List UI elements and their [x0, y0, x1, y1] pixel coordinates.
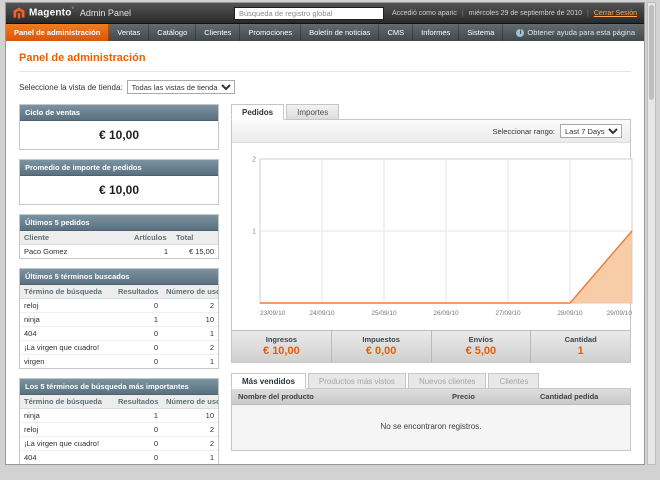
dashboard-main-column: Pedidos Importes Seleccionar rango: Last…	[231, 104, 633, 451]
separator: |	[461, 9, 464, 17]
tab-orders[interactable]: Pedidos	[231, 104, 285, 120]
nav-item-promotions[interactable]: Promociones	[240, 24, 302, 41]
tab-amounts[interactable]: Importes	[286, 104, 340, 120]
orders-panel: Seleccionar rango: Last 7 Days 1 2 23/09/1…	[231, 119, 633, 363]
table-header-row: Término de búsqueda Resultados Número de…	[20, 395, 218, 409]
nav-item-dashboard[interactable]: Panel de administración	[6, 24, 110, 41]
table-row[interactable]: reloj 0 2	[20, 422, 218, 437]
lifetime-sales-panel: Ciclo de ventas € 10,00	[19, 104, 219, 150]
table-row[interactable]: ninja 1 10	[20, 312, 218, 327]
dashboard-left-column: Ciclo de ventas € 10,00 Promedio de impo…	[19, 104, 219, 464]
stat-revenue: Ingresos € 10,00	[232, 331, 332, 362]
panel-title: Promedio de importe de pedidos	[20, 160, 218, 176]
top-search-terms-panel: Los 5 términos de búsqueda más important…	[19, 378, 219, 464]
range-bar: Seleccionar rango: Last 7 Days	[232, 120, 630, 143]
help-icon: i	[516, 28, 525, 37]
bottom-tabs: Más vendidos Productos más vistos Nuevos…	[231, 373, 631, 389]
diagram-tabs: Pedidos Importes	[231, 104, 631, 120]
last-orders-panel: Últimos 5 pedidos Cliente Artículos Tota…	[19, 214, 219, 259]
nav-item-system[interactable]: Sistema	[459, 24, 504, 41]
help-label: Obtener ayuda para esta página	[527, 28, 635, 37]
page-help-link[interactable]: i Obtener ayuda para esta página	[516, 24, 644, 41]
dashboard-columns: Ciclo de ventas € 10,00 Promedio de impo…	[19, 104, 633, 464]
svg-text:1: 1	[252, 229, 256, 236]
range-select[interactable]: Last 7 Days	[560, 124, 622, 138]
logout-link[interactable]: Cerrar Sesión	[594, 10, 637, 17]
tab-customers[interactable]: Clientes	[488, 373, 540, 389]
user-info: Accedió como aparic | miércoles 29 de se…	[392, 10, 637, 17]
table-row[interactable]: virgen 0 1	[20, 355, 218, 369]
stat-shipping: Envíos € 5,00	[432, 331, 532, 362]
logged-in-text: Accedió como aparic	[391, 9, 457, 17]
last-search-terms-panel: Últimos 5 términos buscados Término de b…	[19, 268, 219, 369]
totals-bar: Ingresos € 10,00 Impuestos € 0,00 Envíos…	[232, 330, 630, 362]
dashboard-content: Panel de administración Seleccione la vi…	[6, 41, 644, 464]
scrollbar-thumb[interactable]	[649, 5, 654, 100]
nav-item-reports[interactable]: Informes	[413, 24, 460, 41]
nav-item-catalog[interactable]: Catálogo	[149, 24, 197, 41]
average-orders-panel: Promedio de importe de pedidos € 10,00	[19, 159, 219, 205]
tab-bestsellers[interactable]: Más vendidos	[231, 373, 306, 389]
svg-text:28/09/10: 28/09/10	[557, 310, 583, 317]
svg-text:23/09/10: 23/09/10	[260, 310, 286, 317]
top-search-terms-table: Término de búsqueda Resultados Número de…	[20, 395, 218, 464]
table-header-row: Nombre del producto Precio Cantidad pedi…	[232, 389, 630, 405]
divider	[19, 71, 631, 72]
svg-text:24/09/10: 24/09/10	[309, 310, 335, 317]
table-row[interactable]: Paco Gomez 1 € 15,00	[20, 245, 218, 259]
logo-text: Magento°	[29, 7, 74, 19]
svg-text:27/09/10: 27/09/10	[495, 310, 521, 317]
table-row[interactable]: ninja 1 10	[20, 408, 218, 423]
svg-text:25/09/10: 25/09/10	[371, 310, 397, 317]
store-switcher-label: Seleccione la vista de tienda:	[19, 82, 123, 92]
magento-logo: Magento° Admin Panel	[13, 7, 131, 19]
separator: |	[586, 9, 589, 17]
panel-title: Los 5 términos de búsqueda más important…	[20, 379, 218, 395]
panel-title: Ciclo de ventas	[20, 105, 218, 121]
global-search-input[interactable]	[233, 6, 384, 20]
table-row[interactable]: 404 0 1	[20, 326, 218, 341]
empty-records-message: No se encontraron registros.	[232, 405, 630, 450]
scrollbar[interactable]	[647, 2, 656, 465]
table-header-row: Cliente Artículos Total	[20, 231, 218, 245]
last-search-terms-table: Término de búsqueda Resultados Número de…	[20, 285, 218, 368]
svg-text:2: 2	[252, 157, 256, 164]
svg-text:29/09/10: 29/09/10	[607, 310, 633, 317]
panel-title: Últimos 5 términos buscados	[20, 269, 218, 285]
lifetime-sales-value: € 10,00	[98, 128, 140, 142]
magento-admin-window: Magento° Admin Panel Accedió como aparic…	[5, 2, 645, 465]
bestsellers-table: Nombre del producto Precio Cantidad pedi…	[231, 388, 631, 451]
main-nav: Panel de administración Ventas Catálogo …	[6, 24, 644, 41]
svg-text:26/09/10: 26/09/10	[433, 310, 459, 317]
page-title: Panel de administración	[19, 52, 146, 64]
table-header-row: Término de búsqueda Resultados Número de…	[20, 285, 218, 299]
magento-logo-icon	[13, 7, 25, 19]
table-row[interactable]: ¡La virgen que cuadro! 0 2	[20, 436, 218, 451]
stat-tax: Impuestos € 0,00	[332, 331, 432, 362]
store-switcher: Seleccione la vista de tienda: Todas las…	[19, 80, 631, 94]
store-switcher-select[interactable]: Todas las vistas de tienda	[126, 80, 235, 94]
nav-item-cms[interactable]: CMS	[379, 24, 414, 41]
nav-item-sales[interactable]: Ventas	[109, 24, 150, 41]
orders-chart: 1 2 23/09/10 24/09/10 25/09/10 26/09/10 27/09/…	[232, 143, 633, 324]
panel-title: Últimos 5 pedidos	[20, 215, 218, 231]
table-row[interactable]: reloj 0 2	[20, 298, 218, 313]
stat-quantity: Cantidad 1	[564, 335, 597, 357]
nav-item-newsletter[interactable]: Boletín de noticias	[301, 24, 380, 41]
header-bar: Magento° Admin Panel Accedió como aparic…	[6, 3, 644, 24]
nav-item-customers[interactable]: Clientes	[196, 24, 241, 41]
logo-suffix: Admin Panel	[79, 8, 131, 18]
tab-new-customers[interactable]: Nuevos clientes	[407, 373, 487, 389]
range-label: Seleccionar rango:	[492, 126, 555, 136]
tab-most-viewed[interactable]: Productos más vistos	[307, 373, 406, 389]
bottom-grids-section: Más vendidos Productos más vistos Nuevos…	[231, 373, 631, 451]
table-row[interactable]: 404 0 1	[20, 450, 218, 464]
average-orders-value: € 10,00	[98, 183, 140, 197]
table-row[interactable]: ¡La virgen que cuadro! 0 2	[20, 340, 218, 355]
last-orders-table: Cliente Artículos Total Paco Gomez 1 € 1…	[20, 231, 218, 258]
current-date: miércoles 29 de septiembre de 2010	[468, 9, 582, 17]
